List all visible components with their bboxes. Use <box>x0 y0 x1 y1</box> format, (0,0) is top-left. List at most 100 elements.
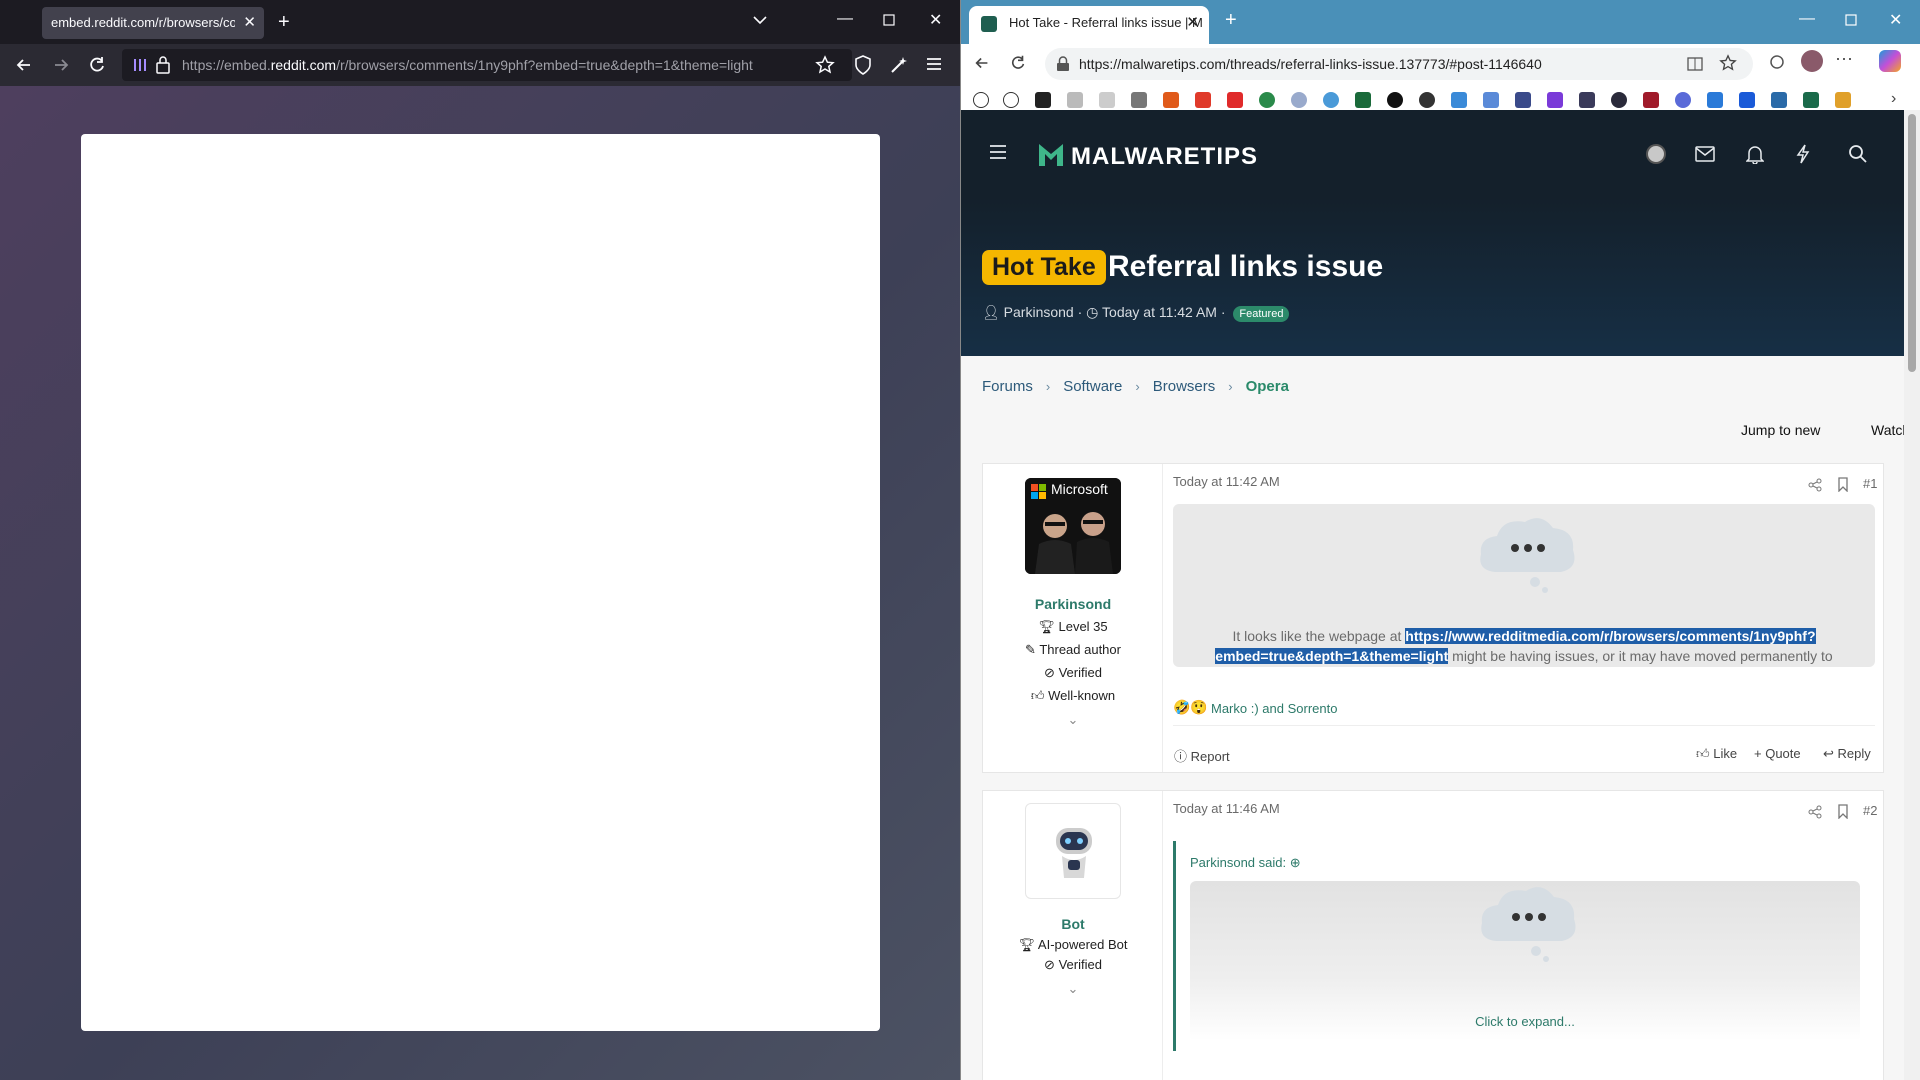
quote-author[interactable]: Parkinsond said: ⊕ <box>1190 855 1301 871</box>
breadcrumb-browsers[interactable]: Browsers <box>1153 378 1216 395</box>
reader-view-icon[interactable] <box>1687 56 1703 72</box>
breadcrumb-software[interactable]: Software <box>1063 378 1122 395</box>
hot-take-prefix[interactable]: Hot Take <box>982 250 1106 285</box>
bookmark-star-icon[interactable] <box>815 55 835 75</box>
history-bookmark-icon[interactable] <box>1003 92 1019 108</box>
share-icon[interactable] <box>1808 478 1822 492</box>
new-tab-icon[interactable]: + <box>1225 9 1237 32</box>
bookmark-icon-16[interactable] <box>1451 92 1467 108</box>
bookmark-icon-4[interactable] <box>1067 92 1083 108</box>
shield-icon[interactable] <box>854 55 872 75</box>
bookmark-icon-17[interactable] <box>1483 92 1499 108</box>
reactions-list[interactable]: Marko :) and Sorrento <box>1211 701 1337 716</box>
back-arrow-icon[interactable] <box>973 54 991 72</box>
left-active-tab[interactable]: embed.reddit.com/r/browsers/comm ✕ <box>42 7 264 39</box>
reaction-emojis-icon[interactable]: 🤣😲 <box>1173 699 1208 716</box>
extension-wand-icon[interactable] <box>889 55 909 75</box>
close-window-icon[interactable]: ✕ <box>929 10 942 30</box>
more-bookmarks-chevron-icon[interactable]: › <box>1891 90 1896 108</box>
hamburger-menu-icon[interactable] <box>925 55 943 73</box>
tab-list-chevron-icon[interactable] <box>752 14 768 26</box>
bookmark-icon-6[interactable] <box>1131 92 1147 108</box>
scrollbar[interactable] <box>1904 110 1920 1080</box>
bookmark-icon-24[interactable] <box>1707 92 1723 108</box>
bookmark-icon-5[interactable] <box>1099 92 1115 108</box>
bookmark-icon-22[interactable] <box>1643 92 1659 108</box>
bookmark-icon-19[interactable] <box>1547 92 1563 108</box>
scrollbar-thumb[interactable] <box>1908 114 1916 372</box>
post-username[interactable]: Parkinsond <box>983 596 1163 612</box>
maximize-icon[interactable] <box>883 14 895 26</box>
post-number[interactable]: #2 <box>1863 803 1877 818</box>
post-username[interactable]: Bot <box>983 916 1163 932</box>
bookmark-icon-23[interactable] <box>1675 92 1691 108</box>
lightning-icon[interactable] <box>1796 144 1810 164</box>
close-tab-icon[interactable]: ✕ <box>243 7 256 39</box>
report-button[interactable]: ⓘ Report <box>1174 746 1230 765</box>
bookmark-icon-20[interactable] <box>1579 92 1595 108</box>
share-icon[interactable] <box>1808 805 1822 819</box>
profile-avatar-icon[interactable] <box>1801 50 1823 72</box>
back-arrow-icon[interactable] <box>14 55 34 75</box>
copilot-icon[interactable] <box>1879 50 1901 72</box>
chevron-down-icon[interactable]: ⌄ <box>983 712 1163 728</box>
like-button[interactable]: 👍︎ Like <box>1696 746 1737 762</box>
new-tab-icon[interactable]: + <box>278 11 290 34</box>
bookmark-icon-27[interactable] <box>1803 92 1819 108</box>
site-info-icon[interactable] <box>1055 56 1071 72</box>
left-url-bar[interactable]: https://embed.reddit.com/r/browsers/comm… <box>122 49 852 81</box>
minimize-icon[interactable]: — <box>837 10 853 28</box>
bookmark-icon-18[interactable] <box>1515 92 1531 108</box>
extensions-icon[interactable] <box>1769 54 1785 70</box>
click-to-expand-link[interactable]: Click to expand... <box>1190 1014 1860 1029</box>
avatar[interactable] <box>1025 803 1121 899</box>
bookmark-icon-25[interactable] <box>1739 92 1755 108</box>
bookmark-icon-13[interactable] <box>1355 92 1371 108</box>
forward-arrow-icon[interactable] <box>51 55 71 75</box>
highlighted-url-link[interactable]: https://www.redditmedia.com/r/browsers/c… <box>1405 628 1816 644</box>
reload-icon[interactable] <box>87 55 107 75</box>
site-logo-text[interactable]: MALWARETIPS <box>1071 143 1258 171</box>
reply-button[interactable]: ↩ Reply <box>1823 746 1871 762</box>
bookmark-icon-9[interactable] <box>1227 92 1243 108</box>
globe-bookmark-icon[interactable] <box>973 92 989 108</box>
thread-author[interactable]: Parkinsond <box>1004 304 1074 320</box>
bookmark-icon-10[interactable] <box>1259 92 1275 108</box>
breadcrumb-forums[interactable]: Forums <box>982 378 1033 395</box>
bookmark-icon-8[interactable] <box>1195 92 1211 108</box>
right-active-tab[interactable]: Hot Take - Referral links issue | M ✕ <box>969 6 1209 44</box>
malwaretips-logo-icon[interactable] <box>1036 140 1066 170</box>
more-menu-icon[interactable]: ··· <box>1835 48 1853 69</box>
minimize-icon[interactable]: — <box>1799 10 1815 28</box>
bell-icon[interactable] <box>1746 144 1764 164</box>
thread-time[interactable]: Today at 11:42 AM <box>1102 304 1217 320</box>
quote-button[interactable]: + Quote <box>1754 746 1801 761</box>
tracking-protection-icon[interactable] <box>132 57 148 73</box>
highlighted-url-link-cont[interactable]: embed=true&depth=1&theme=light <box>1215 648 1449 664</box>
close-tab-icon[interactable]: ✕ <box>1186 6 1199 40</box>
bookmark-icon-28[interactable] <box>1835 92 1851 108</box>
right-url-bar[interactable]: https://malwaretips.com/threads/referral… <box>1045 48 1753 80</box>
bookmark-icon-11[interactable] <box>1291 92 1307 108</box>
user-avatar-icon[interactable] <box>1646 144 1666 164</box>
post-date[interactable]: Today at 11:42 AM <box>1173 474 1280 489</box>
close-window-icon[interactable]: ✕ <box>1889 10 1902 30</box>
avatar[interactable]: Microsoft <box>1025 478 1121 574</box>
post-date[interactable]: Today at 11:46 AM <box>1173 801 1280 816</box>
reload-icon[interactable] <box>1009 54 1027 72</box>
hamburger-menu-icon[interactable] <box>989 144 1007 160</box>
bookmark-icon[interactable] <box>1837 477 1849 492</box>
chevron-down-icon[interactable]: ⌄ <box>983 981 1163 997</box>
bookmark-icon-21[interactable] <box>1611 92 1627 108</box>
favorite-star-icon[interactable] <box>1719 54 1737 72</box>
bookmark-icon-7[interactable] <box>1163 92 1179 108</box>
jump-to-new-button[interactable]: Jump to new <box>1741 422 1820 438</box>
search-icon[interactable] <box>1848 144 1868 164</box>
watch-button[interactable]: Watch <box>1871 422 1905 438</box>
bookmark-icon-14[interactable] <box>1387 92 1403 108</box>
lock-icon[interactable] <box>156 56 170 74</box>
bookmark-icon-26[interactable] <box>1771 92 1787 108</box>
pocket-bookmark-icon[interactable] <box>1035 92 1051 108</box>
post-number[interactable]: #1 <box>1863 476 1877 491</box>
bookmark-icon[interactable] <box>1837 804 1849 819</box>
